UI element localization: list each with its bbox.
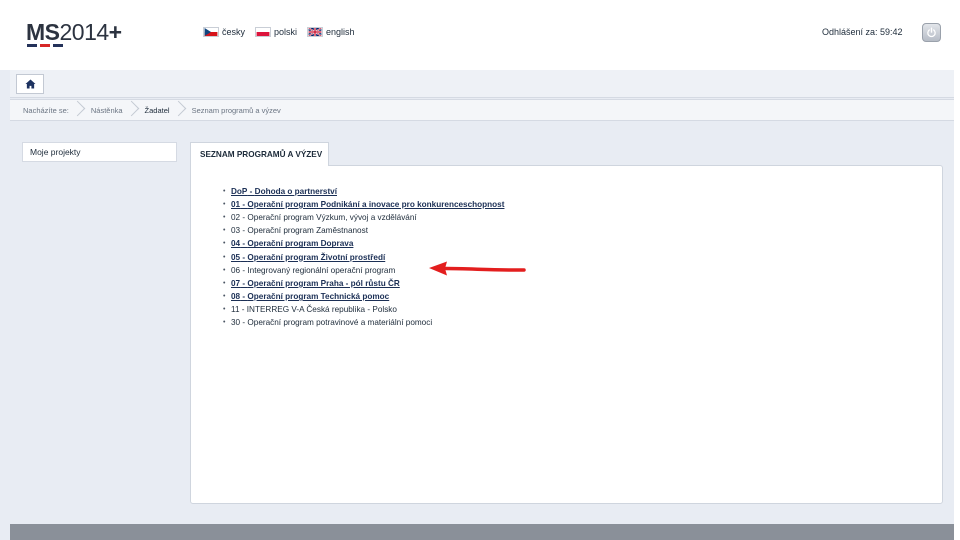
program-code-separator: - (240, 278, 248, 288)
program-name: Integrovaný regionální operační program (247, 265, 396, 275)
breadcrumb-separator (177, 100, 185, 120)
logo-bar-3 (53, 44, 63, 47)
program-code-separator: - (240, 226, 248, 236)
logo-bar-1 (27, 44, 37, 47)
language-switcher: česky polski english (203, 27, 355, 37)
breadcrumb: Nacházíte se: Nástěnka Žadatel Seznam pr… (10, 99, 954, 121)
program-code-separator: - (240, 212, 248, 222)
program-list-item[interactable]: • 08 - Operační program Technická pomoc (223, 291, 504, 304)
bullet-icon: • (223, 213, 226, 221)
program-name: Operační program potravinové a materiáln… (247, 318, 433, 328)
logo-bar-2 (40, 44, 50, 47)
program-list-item: • 03 - Operační program Zaměstnanost (223, 225, 504, 238)
program-code-separator: - (240, 318, 248, 328)
logout-button[interactable] (922, 23, 941, 42)
program-list-item: • 30 - Operační program potravinové a mat… (223, 317, 504, 330)
bullet-icon: • (223, 306, 226, 314)
lang-polish-label: polski (274, 27, 298, 37)
ms2014-logo[interactable]: MS2014+ (26, 20, 122, 44)
lang-czech[interactable]: česky (203, 27, 245, 37)
program-name[interactable]: Operační program Technická pomoc (247, 292, 389, 302)
program-code-separator: - (240, 199, 248, 209)
program-code: 11 (231, 305, 240, 315)
bottom-status-bar (10, 524, 954, 540)
program-list-item[interactable]: • 07 - Operační program Praha - pól růstu… (223, 277, 504, 290)
bullet-icon: • (223, 227, 226, 235)
bullet-icon: • (223, 187, 226, 195)
lang-polish[interactable]: polski (255, 27, 297, 37)
app-window: MS2014+ česky polski english Odhlášení z… (0, 0, 960, 540)
breadcrumb-separator (130, 100, 138, 120)
program-code-separator: - (240, 252, 248, 262)
logo-plus: + (108, 19, 122, 45)
program-list-item: • 11 - INTERREG V-A Česká republika - Pol… (223, 304, 504, 317)
program-code[interactable]: 07 (231, 279, 240, 289)
program-list-item[interactable]: • 04 - Operační program Doprava (223, 238, 504, 251)
header: MS2014+ česky polski english Odhlášení z… (0, 0, 954, 70)
program-name[interactable]: Dohoda o partnerství (255, 187, 337, 197)
program-code-separator: - (240, 239, 248, 249)
program-code-separator: - (247, 186, 255, 196)
program-code-separator: - (240, 265, 248, 275)
program-code[interactable]: DoP (231, 187, 247, 197)
program-code-separator: - (239, 305, 247, 315)
lang-czech-label: česky (222, 27, 246, 37)
lang-english-label: english (326, 27, 355, 37)
program-list-item: • 02 - Operační program Výzkum, vývoj a v… (223, 211, 504, 224)
program-name: INTERREG V-A Česká republika - Polsko (246, 305, 397, 315)
program-name[interactable]: Operační program Podnikání a inovace pro… (247, 200, 504, 210)
sidebar-item-my-projects[interactable]: Moje projekty (22, 142, 177, 162)
program-code[interactable]: 04 (231, 239, 240, 249)
logo-color-bars (27, 44, 67, 47)
bullet-icon: • (223, 293, 226, 301)
home-button[interactable] (16, 74, 44, 94)
program-code-separator: - (240, 292, 248, 302)
program-name[interactable]: Operační program Doprava (247, 239, 353, 249)
breadcrumb-item-current: Seznam programů a výzev (191, 105, 281, 115)
tab-program-list[interactable]: SEZNAM PROGRAMŮ A VÝZEV (190, 142, 329, 166)
bullet-icon: • (223, 319, 226, 327)
program-code[interactable]: 05 (231, 253, 240, 263)
home-icon (25, 79, 35, 89)
program-list: • DoP - Dohoda o partnerství • 01 - Operačn… (223, 185, 504, 330)
annotation-arrow-icon (429, 261, 526, 276)
program-code: 03 (231, 226, 241, 236)
logo-year: 2014 (59, 19, 110, 45)
breadcrumb-separator (76, 100, 84, 120)
bullet-icon: • (223, 266, 226, 274)
right-edge-strip (954, 0, 960, 540)
pl-flag-icon (255, 27, 272, 37)
top-navbar (10, 70, 954, 98)
program-name[interactable]: Operační program Praha - pól růstu ČR (247, 279, 399, 289)
lang-english[interactable]: english (307, 27, 355, 37)
cz-flag-icon (203, 27, 219, 37)
program-name[interactable]: Operační program Životní prostředí (247, 253, 385, 263)
program-code: 30 (231, 318, 241, 328)
program-code[interactable]: 01 (231, 200, 240, 210)
bullet-icon: • (223, 279, 226, 287)
bullet-icon: • (223, 200, 226, 208)
program-list-item[interactable]: • DoP - Dohoda o partnerství (223, 185, 504, 198)
program-code: 02 (231, 212, 241, 222)
logo-ms: MS (26, 19, 60, 45)
breadcrumb-item-dashboard[interactable]: Nástěnka (91, 106, 123, 115)
bullet-icon: • (223, 253, 226, 261)
program-list-item[interactable]: • 01 - Operační program Podnikání a inova… (223, 198, 504, 211)
breadcrumb-prefix: Nacházíte se: (23, 105, 69, 115)
power-icon (927, 27, 936, 38)
program-code[interactable]: 08 (231, 292, 240, 302)
program-name: Operační program Zaměstnanost (247, 226, 368, 236)
session-timer: Odhlášení za: 59:42 (822, 27, 903, 37)
program-code: 06 (231, 265, 241, 275)
uk-flag-icon (307, 27, 324, 37)
breadcrumb-item-applicant[interactable]: Žadatel (145, 106, 170, 115)
program-name: Operační program Výzkum, vývoj a vzděláv… (247, 212, 417, 222)
bullet-icon: • (223, 240, 226, 248)
